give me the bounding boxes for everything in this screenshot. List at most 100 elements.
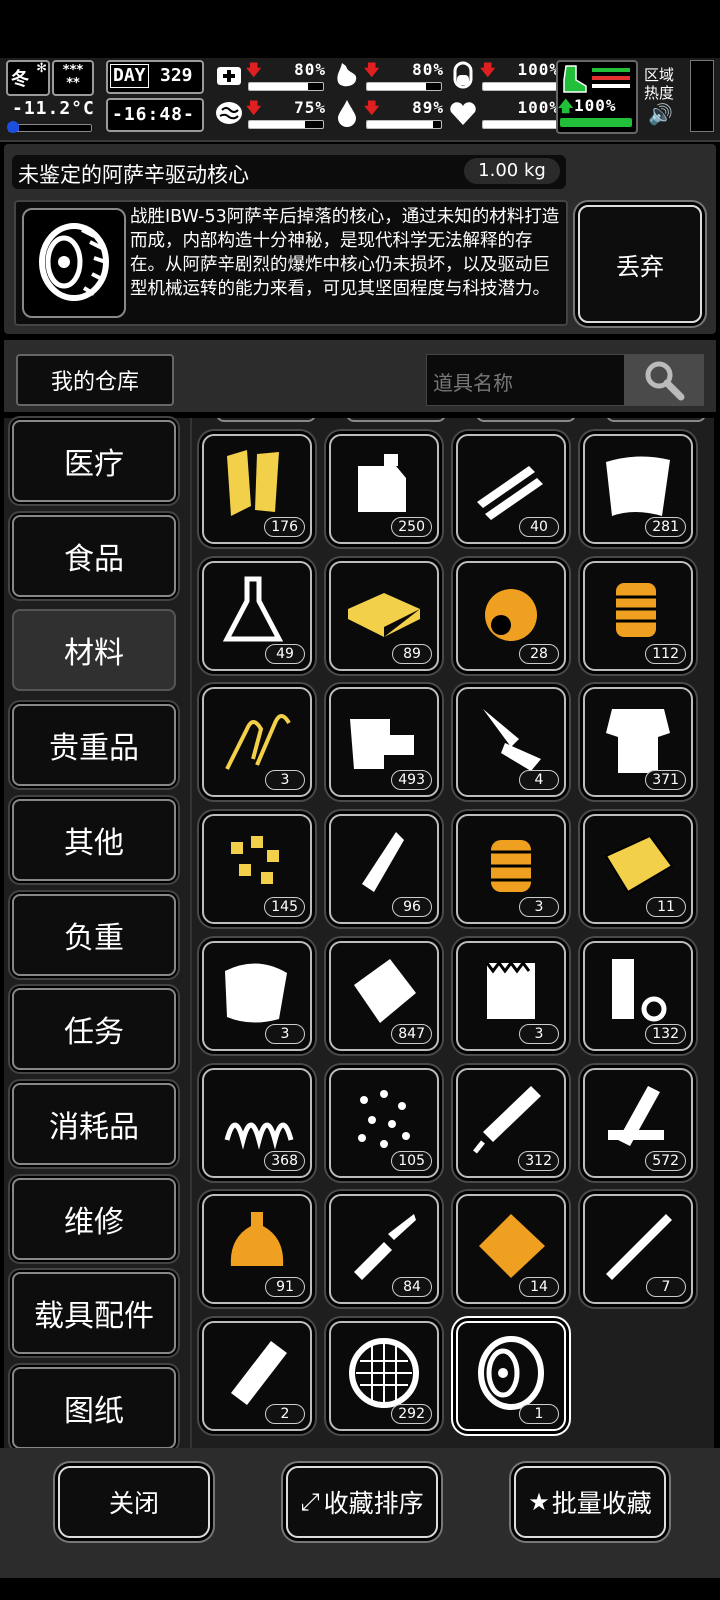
item-slot[interactable]: 84 bbox=[329, 1194, 439, 1305]
item-slot[interactable]: 28 bbox=[456, 560, 566, 671]
favorite-sort-label: 收藏排序 bbox=[323, 1489, 424, 1518]
meter-bar bbox=[366, 82, 442, 91]
folding-knife-icon bbox=[483, 709, 541, 772]
close-button[interactable]: 关闭 bbox=[58, 1466, 210, 1538]
item-slot[interactable]: 11 bbox=[583, 814, 693, 925]
tab-3[interactable]: 材料 bbox=[12, 609, 176, 692]
season-label: 冬 bbox=[11, 69, 29, 90]
item-slot[interactable]: 493 bbox=[329, 687, 439, 798]
item-slot[interactable]: 281 bbox=[583, 434, 693, 544]
item-icon-frame bbox=[22, 208, 126, 318]
item-slot[interactable]: 2 bbox=[202, 1320, 312, 1431]
tab-1[interactable]: 医疗 bbox=[12, 420, 176, 502]
search-button[interactable] bbox=[624, 354, 704, 406]
day-counter: DAY 329 bbox=[106, 60, 204, 94]
zone-heat-label: 区域 热度 bbox=[644, 66, 675, 102]
item-slot[interactable]: 105 bbox=[329, 1067, 439, 1178]
gold-plate-icon bbox=[604, 834, 674, 894]
item-slot[interactable]: 368 bbox=[202, 1067, 312, 1178]
meter-brain: 🡇 75% bbox=[214, 98, 326, 132]
item-slot[interactable]: 3 bbox=[202, 940, 312, 1051]
item-slot[interactable]: 132 bbox=[583, 940, 693, 1051]
tab-5[interactable]: 其他 bbox=[12, 798, 176, 881]
item-count: 4 bbox=[519, 770, 559, 791]
item-slot[interactable]: 250 bbox=[329, 434, 439, 544]
item-slot[interactable]: 14 bbox=[456, 1194, 566, 1305]
meter-bar bbox=[482, 82, 558, 91]
weather-stars: *** ** bbox=[62, 63, 84, 91]
heart-icon bbox=[450, 102, 476, 125]
brain-icon bbox=[216, 102, 242, 124]
item-slot[interactable]: 292 bbox=[329, 1320, 439, 1431]
stamina-panel: 🡅 100% bbox=[556, 60, 638, 134]
item-detail-box: 战胜IBW-53阿萨辛后掉落的核心，通过未知的材料打造而成，内部构造十分神秘，是… bbox=[14, 200, 568, 326]
status-bar: 冬 ✻ *** ** -11.2°C DAY 329 -16:48- 🡇 80% 🡇 8… bbox=[0, 58, 720, 142]
tab-9[interactable]: 维修 bbox=[12, 1177, 176, 1260]
tube-tape-icon bbox=[612, 958, 667, 1022]
item-slot[interactable]: 145 bbox=[202, 814, 312, 925]
nuggets-icon bbox=[231, 836, 279, 885]
tab-8[interactable]: 消耗品 bbox=[12, 1082, 176, 1165]
tab-label: 贵重品 bbox=[49, 731, 139, 767]
search-input[interactable]: 道具名称 bbox=[426, 354, 626, 406]
engine-core-icon bbox=[491, 840, 531, 893]
favorite-sort-button[interactable]: ⤢ 收藏排序 bbox=[286, 1466, 438, 1538]
item-slot[interactable]: 3 bbox=[456, 940, 566, 1051]
item-slot[interactable]: 4 bbox=[456, 687, 566, 798]
lantern-bottle-icon bbox=[230, 1212, 284, 1267]
speaker-icon[interactable]: 🔊 bbox=[648, 102, 673, 126]
tab-7[interactable]: 任务 bbox=[12, 988, 176, 1071]
item-count: 96 bbox=[392, 897, 432, 918]
item-slot[interactable]: 176 bbox=[202, 434, 312, 544]
item-slot[interactable]: 3 bbox=[456, 814, 566, 925]
tab-4[interactable]: 贵重品 bbox=[12, 704, 176, 787]
item-slot[interactable]: 1 bbox=[456, 1320, 566, 1431]
tab-6[interactable]: 负重 bbox=[12, 893, 176, 976]
zone-heat-meter bbox=[690, 60, 714, 132]
item-slot[interactable]: 89 bbox=[329, 560, 439, 671]
tab-label: 维修 bbox=[64, 1204, 124, 1240]
item-slot[interactable]: 7 bbox=[583, 1194, 693, 1305]
temperature-readout: -11.2°C bbox=[12, 98, 95, 119]
snowflake-icon: ✻ bbox=[36, 61, 47, 76]
item-count: 847 bbox=[391, 1023, 432, 1044]
item-count: 176 bbox=[264, 517, 305, 537]
clock: -16:48- bbox=[106, 98, 204, 132]
item-count: 40 bbox=[519, 517, 559, 537]
tab-label: 食品 bbox=[64, 541, 124, 577]
bag-icon bbox=[354, 958, 416, 1023]
item-count: 3 bbox=[519, 897, 559, 918]
meter-bar bbox=[482, 120, 558, 129]
item-count: 84 bbox=[392, 1277, 432, 1298]
tab-2[interactable]: 食品 bbox=[12, 514, 176, 597]
item-slot[interactable]: 371 bbox=[583, 687, 693, 798]
stamina-bar bbox=[560, 118, 632, 127]
meter-value: 80% bbox=[294, 60, 326, 79]
item-slot[interactable]: 49 bbox=[202, 560, 312, 671]
item-slot[interactable]: 40 bbox=[456, 434, 566, 544]
tab-label: 消耗品 bbox=[49, 1109, 139, 1145]
item-slot[interactable]: 847 bbox=[329, 940, 439, 1051]
item-slot[interactable]: 3 bbox=[202, 687, 312, 798]
tab-label: 任务 bbox=[64, 1015, 124, 1051]
tab-label: 图纸 bbox=[64, 1394, 124, 1429]
item-count: 3 bbox=[265, 770, 305, 791]
item-count: 3 bbox=[265, 1023, 305, 1044]
clock-time: -16:48- bbox=[112, 104, 195, 125]
tab-10[interactable]: 载具配件 bbox=[12, 1272, 176, 1355]
discard-button[interactable]: 丢弃 bbox=[578, 205, 702, 323]
tab-label: 载具配件 bbox=[34, 1299, 154, 1335]
batch-favorite-button[interactable]: ★ 批量收藏 bbox=[514, 1466, 666, 1538]
flask-icon bbox=[222, 576, 284, 642]
item-slot[interactable]: 112 bbox=[583, 560, 693, 671]
item-slot[interactable]: 96 bbox=[329, 814, 439, 925]
item-grid-area: 176 250 40 281 49 89 28 112 3 493 4 371 145 96 3 11 3 847… bbox=[192, 418, 714, 1468]
item-count: 11 bbox=[646, 897, 686, 918]
stamina-value: 100% bbox=[574, 96, 617, 115]
item-slot[interactable]: 572 bbox=[583, 1067, 693, 1178]
item-slot[interactable]: 312 bbox=[456, 1067, 566, 1178]
meter-heart: 100% bbox=[448, 98, 560, 132]
tab-11[interactable]: 图纸 bbox=[12, 1367, 176, 1449]
item-count: 145 bbox=[264, 897, 305, 918]
item-slot[interactable]: 91 bbox=[202, 1194, 312, 1305]
